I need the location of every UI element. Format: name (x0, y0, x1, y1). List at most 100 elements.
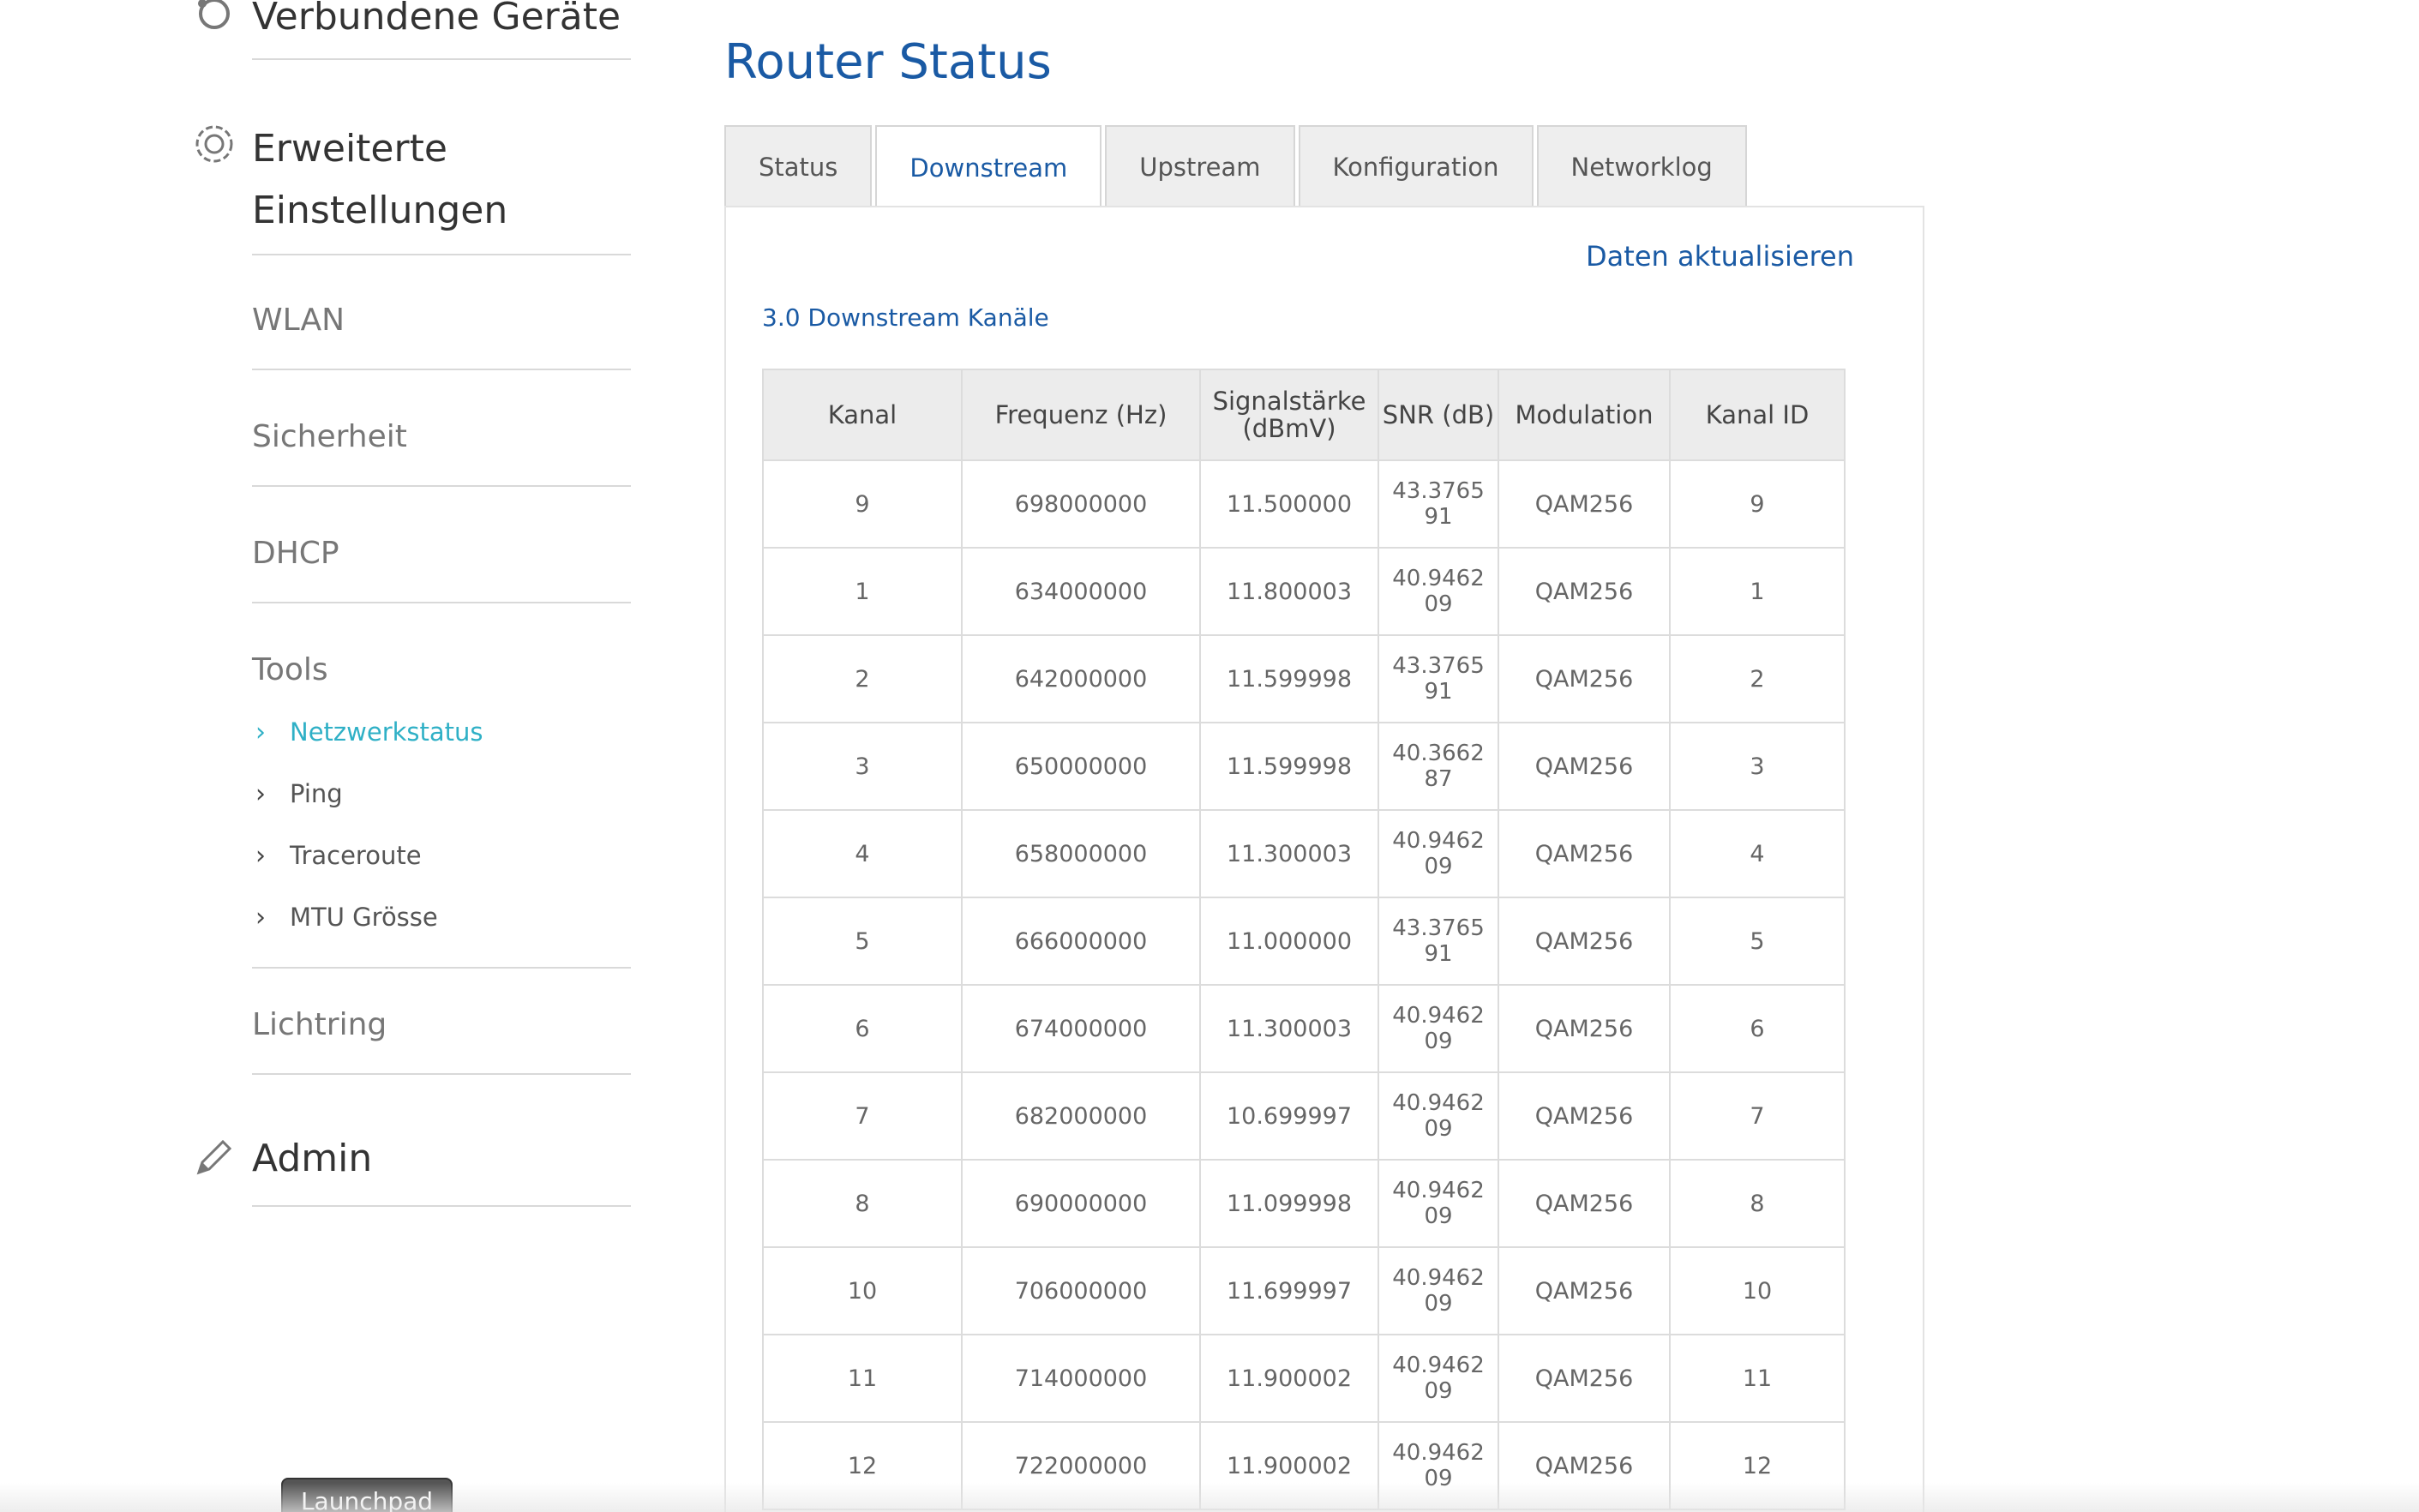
downstream-table: Kanal Frequenz (Hz) Signalstärke (dBmV) … (762, 369, 1846, 1510)
table-cell: 706000000 (961, 1246, 1201, 1335)
table-cell: 658000000 (961, 809, 1201, 898)
table-cell: 9 (762, 459, 963, 549)
table-cell: 722000000 (961, 1421, 1201, 1510)
table-cell: 11.900002 (1199, 1421, 1379, 1510)
table-cell: 8 (1669, 1159, 1846, 1248)
table-cell: 2 (762, 634, 963, 723)
table-cell: 40.946209 (1378, 1246, 1499, 1335)
sidebar-item-dhcp[interactable]: DHCP (252, 521, 631, 603)
table-cell: 10.699997 (1199, 1071, 1379, 1161)
sidebar-item-netzwerkstatus[interactable]: › Netzwerkstatus (252, 701, 631, 763)
table-cell: 8 (762, 1159, 963, 1248)
tab-upstream[interactable]: Upstream (1105, 125, 1295, 207)
table-cell: QAM256 (1498, 634, 1671, 723)
submenu-label: Netzwerkstatus (290, 717, 483, 747)
table-cell: 7 (762, 1071, 963, 1161)
submenu-label: MTU Grösse (290, 903, 438, 932)
table-cell: QAM256 (1498, 1421, 1671, 1510)
sidebar-item-label: Sicherheit (252, 419, 407, 454)
tab-downstream[interactable]: Downstream (875, 125, 1102, 209)
sidebar-item-security[interactable]: Sicherheit (252, 405, 631, 487)
table-header-row: Kanal Frequenz (Hz) Signalstärke (dBmV) … (762, 369, 1846, 461)
table-row: 5 666000000 11.000000 43.376591 QAM256 5 (762, 897, 1846, 986)
table-cell: 642000000 (961, 634, 1201, 723)
table-cell: 11.599998 (1199, 634, 1379, 723)
sidebar-item-label: Tools (252, 652, 328, 687)
table-cell: QAM256 (1498, 1071, 1671, 1161)
table-cell: 43.376591 (1378, 459, 1499, 549)
submenu-label: Traceroute (290, 841, 422, 870)
table-cell: 40.946209 (1378, 547, 1499, 636)
chevron-right-icon: › (255, 840, 266, 871)
sidebar-item-admin[interactable]: Admin (196, 1128, 631, 1207)
table-cell: 11.300003 (1199, 984, 1379, 1073)
table-cell: 40.946209 (1378, 1334, 1499, 1423)
table-cell: 40.366287 (1378, 722, 1499, 811)
table-cell: QAM256 (1498, 459, 1671, 549)
sidebar-item-wlan[interactable]: WLAN (252, 288, 631, 370)
tab-configuration[interactable]: Konfiguration (1298, 125, 1534, 207)
table-cell: 674000000 (961, 984, 1201, 1073)
sidebar-item-traceroute[interactable]: › Traceroute (252, 825, 631, 886)
table-cell: 11.699997 (1199, 1246, 1379, 1335)
table-cell: 6 (762, 984, 963, 1073)
column-header: Kanal ID (1669, 369, 1846, 461)
tab-status[interactable]: Status (724, 125, 873, 207)
table-row: 9 698000000 11.500000 43.376591 QAM256 9 (762, 459, 1846, 549)
table-cell: 650000000 (961, 722, 1201, 811)
table-cell: QAM256 (1498, 1246, 1671, 1335)
table-cell: 3 (1669, 722, 1846, 811)
table-row: 1 634000000 11.800003 40.946209 QAM256 1 (762, 547, 1846, 636)
tab-bar: Status Downstream Upstream Konfiguration… (724, 125, 1750, 209)
table-cell: 690000000 (961, 1159, 1201, 1248)
table-cell: 682000000 (961, 1071, 1201, 1161)
refresh-data-link[interactable]: Daten aktualisieren (1586, 240, 1854, 273)
table-cell: 4 (1669, 809, 1846, 898)
table-cell: 43.376591 (1378, 634, 1499, 723)
table-cell: 5 (1669, 897, 1846, 986)
chevron-right-icon: › (255, 778, 266, 809)
table-cell: 11.099998 (1199, 1159, 1379, 1248)
tab-networklog[interactable]: Networklog (1536, 125, 1747, 207)
table-row: 8 690000000 11.099998 40.946209 QAM256 8 (762, 1159, 1846, 1248)
column-header: Frequenz (Hz) (961, 369, 1201, 461)
sidebar-connected-devices[interactable]: Verbundene Geräte (198, 0, 631, 60)
table-cell: QAM256 (1498, 809, 1671, 898)
table-cell: 11.500000 (1199, 459, 1379, 549)
table-cell: QAM256 (1498, 1159, 1671, 1248)
table-cell: QAM256 (1498, 897, 1671, 986)
table-row: 11 714000000 11.900002 40.946209 QAM256 11 (762, 1334, 1846, 1423)
table-row: 2 642000000 11.599998 43.376591 QAM256 2 (762, 634, 1846, 723)
launchpad-tooltip: Launchpad (281, 1478, 453, 1512)
table-cell: QAM256 (1498, 1334, 1671, 1423)
table-cell: 11.800003 (1199, 547, 1379, 636)
table-row: 7 682000000 10.699997 40.946209 QAM256 7 (762, 1071, 1846, 1161)
sidebar-item-label: Lichtring (252, 1007, 387, 1042)
sidebar-item-ping[interactable]: › Ping (252, 763, 631, 825)
table-cell: 1 (1669, 547, 1846, 636)
table-cell: 11.599998 (1199, 722, 1379, 811)
table-cell: 12 (1669, 1421, 1846, 1510)
table-cell: 11.000000 (1199, 897, 1379, 986)
table-cell: 10 (762, 1246, 963, 1335)
table-cell: 7 (1669, 1071, 1846, 1161)
sidebar-advanced-label-1: Erweiterte (252, 127, 447, 171)
table-cell: 9 (1669, 459, 1846, 549)
table-cell: 11 (1669, 1334, 1846, 1423)
devices-icon (198, 0, 230, 29)
sidebar-item-lichtring[interactable]: Lichtring (252, 993, 631, 1075)
sidebar-advanced-settings[interactable]: Erweiterte Einstellungen (195, 118, 631, 255)
sidebar-item-mtu[interactable]: › MTU Grösse (252, 886, 631, 948)
table-cell: 11.300003 (1199, 809, 1379, 898)
table-row: 12 722000000 11.900002 40.946209 QAM256 12 (762, 1421, 1846, 1510)
table-cell: 698000000 (961, 459, 1201, 549)
sidebar-connected-devices-label: Verbundene Geräte (252, 0, 621, 39)
table-cell: QAM256 (1498, 984, 1671, 1073)
sidebar-item-label: WLAN (252, 303, 345, 338)
section-title: 3.0 Downstream Kanäle (762, 303, 1049, 332)
table-cell: 40.946209 (1378, 1071, 1499, 1161)
table-cell: QAM256 (1498, 547, 1671, 636)
column-header: Signalstärke (dBmV) (1199, 369, 1379, 461)
tools-submenu: › Netzwerkstatus › Ping › Traceroute › M… (252, 701, 631, 948)
sidebar-advanced-label-2: Einstellungen (252, 189, 508, 232)
